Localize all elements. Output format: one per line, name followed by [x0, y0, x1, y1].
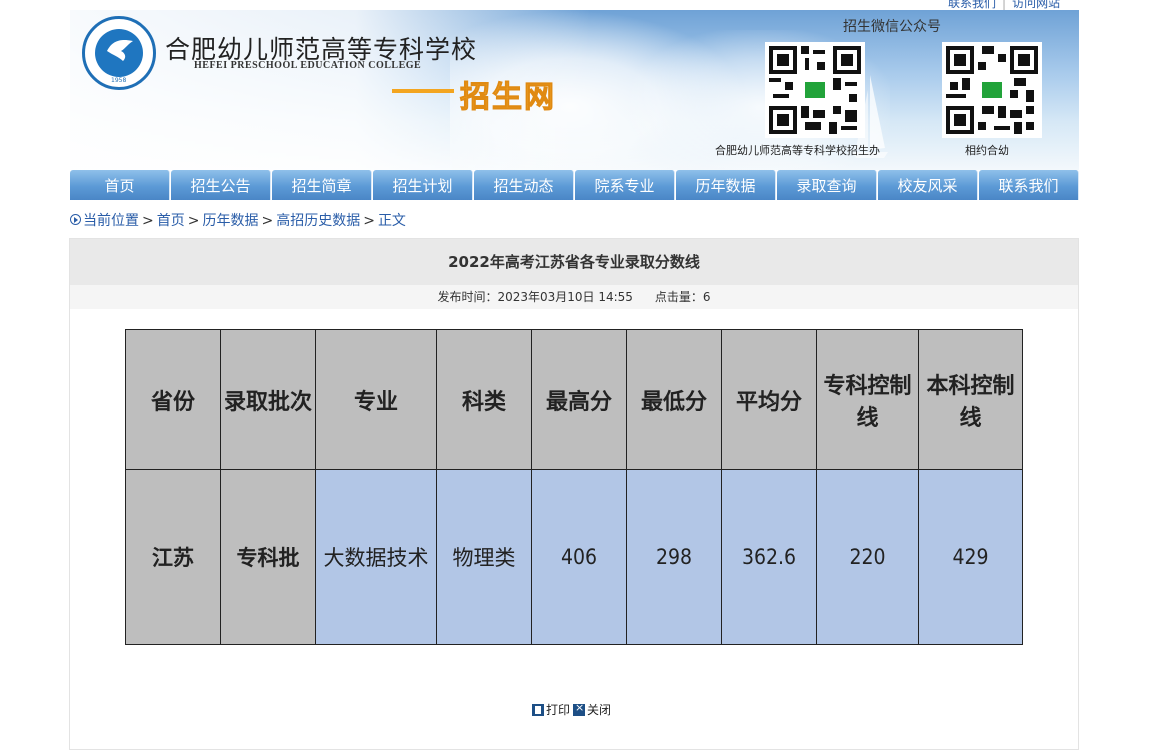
header-cell: 本科控制线 [918, 329, 1023, 470]
header-cell: 专业 [315, 329, 437, 470]
qr-code-icon [946, 46, 1038, 134]
nav-home[interactable]: 首页 [70, 170, 170, 200]
breadcrumb-separator: > [363, 213, 375, 229]
location-pin-icon [70, 214, 81, 225]
main-nav: 首页 招生公告 招生简章 招生计划 招生动态 院系专业 历年数据 录取查询 校友… [70, 170, 1079, 200]
nav-departments[interactable]: 院系专业 [575, 170, 675, 200]
cell-bachelor-line: 429 [918, 469, 1023, 645]
qr-code-admissions [765, 42, 865, 138]
header-cell: 省份 [125, 329, 221, 470]
wechat-title: 招生微信公众号 [843, 19, 941, 35]
school-name-en: HEFEI PRESCHOOL EDUCATION COLLEGE [194, 60, 422, 71]
page: 联系我们 | 访问网站 1958 合肥幼儿师范高等专科学校 HEFEI PRESCH… [0, 0, 1150, 750]
article-title: 2022年高考江苏省各专业录取分数线 [70, 239, 1078, 285]
qr-code-hefei-preschool [942, 42, 1042, 138]
cell-college-line: 220 [816, 469, 919, 645]
cell-province: 江苏 [125, 469, 221, 645]
cell-subject: 物理类 [436, 469, 532, 645]
print-button[interactable]: 打印 [532, 701, 570, 718]
header-cell: 最低分 [626, 329, 722, 470]
breadcrumb-separator: > [187, 213, 200, 229]
logo-year: 1958 [111, 77, 127, 84]
table-header-row: 省份 录取批次 专业 科类 最高分 最低分 平均分 专科控制线 本科控制线 [125, 329, 1023, 470]
dove-icon [107, 40, 133, 61]
breadcrumb-admission-history[interactable]: 高招历史数据 [276, 213, 360, 229]
school-logo[interactable]: 1958 [82, 16, 156, 90]
nav-news[interactable]: 招生动态 [474, 170, 574, 200]
header-banner: 1958 合肥幼儿师范高等专科学校 HEFEI PRESCHOOL EDUCAT… [70, 10, 1079, 170]
cell-major: 大数据技术 [315, 469, 437, 645]
cell-batch: 专科批 [220, 469, 316, 645]
publish-time: 发布时间：2023年03月10日 14:55 [437, 290, 633, 304]
breadcrumb-separator: > [142, 213, 154, 229]
article-panel: 2022年高考江苏省各专业录取分数线 发布时间：2023年03月10日 14:5… [69, 238, 1079, 750]
admission-score-table: 省份 录取批次 专业 科类 最高分 最低分 平均分 专科控制线 本科控制线 江苏… [125, 329, 1023, 645]
breadcrumb: 当前位置 > 首页 > 历年数据 > 高招历史数据 > 正文 [70, 210, 406, 230]
nav-historical-data[interactable]: 历年数据 [676, 170, 776, 200]
qr-caption-hefei-preschool: 相约合幼 [965, 144, 1009, 157]
header-cell: 最高分 [531, 329, 627, 470]
header-cell: 平均分 [721, 329, 817, 470]
divider: | [1002, 0, 1007, 10]
header-cell: 录取批次 [220, 329, 316, 470]
breadcrumb-separator: > [261, 213, 274, 229]
article-meta: 发布时间：2023年03月10日 14:55 点击量：6 [70, 285, 1078, 309]
nav-plan[interactable]: 招生计划 [373, 170, 473, 200]
print-icon [532, 704, 544, 716]
breadcrumb-home[interactable]: 首页 [157, 213, 185, 229]
nav-announcements[interactable]: 招生公告 [171, 170, 271, 200]
qr-code-icon [769, 46, 861, 134]
print-label: 打印 [546, 703, 571, 717]
nav-admission-query[interactable]: 录取查询 [777, 170, 877, 200]
close-icon [573, 701, 586, 716]
qr-caption-admissions: 合肥幼儿师范高等专科学校招生办 [715, 144, 880, 157]
header-cell: 科类 [436, 329, 532, 470]
site-name: 招生网 [460, 80, 556, 116]
site-name-dash [392, 89, 454, 93]
cell-avg-score: 362.6 [721, 469, 817, 645]
nav-alumni[interactable]: 校友风采 [878, 170, 978, 200]
close-label: 关闭 [587, 703, 612, 717]
breadcrumb-article[interactable]: 正文 [378, 213, 406, 229]
hit-count: 点击量：6 [654, 290, 711, 304]
nav-contact[interactable]: 联系我们 [979, 170, 1079, 200]
breadcrumb-current-location: 当前位置 [83, 213, 139, 229]
cell-min-score: 298 [626, 469, 722, 645]
article-actions: 打印 关闭 [532, 701, 614, 718]
cell-max-score: 406 [531, 469, 627, 645]
close-button[interactable]: 关闭 [573, 701, 611, 718]
top-links: 联系我们 | 访问网站 [948, 0, 1060, 10]
header-cell: 专科控制线 [816, 329, 919, 470]
breadcrumb-historical-data[interactable]: 历年数据 [202, 213, 258, 229]
table-row: 江苏 专科批 大数据技术 物理类 406 298 362.6 220 429 [125, 469, 1023, 645]
nav-brochure[interactable]: 招生简章 [272, 170, 372, 200]
